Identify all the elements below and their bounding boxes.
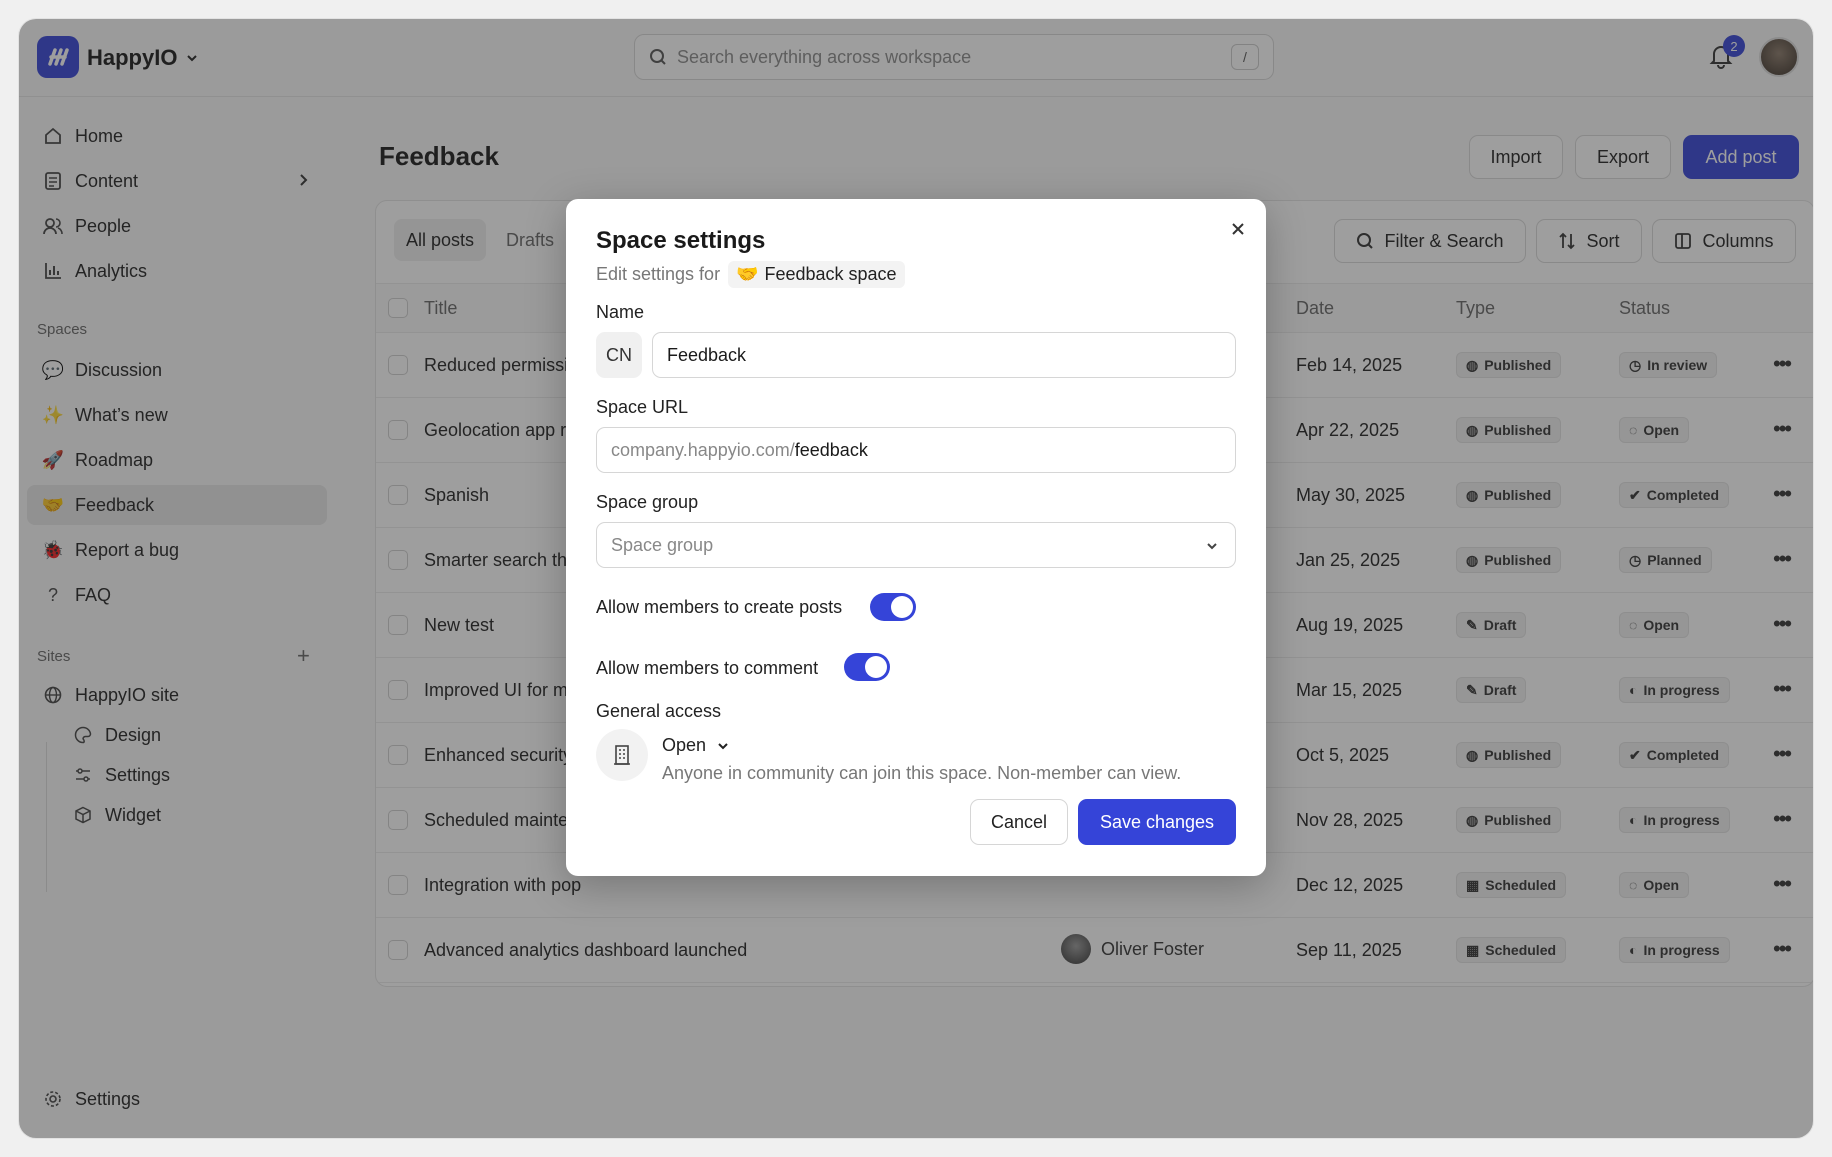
chevron-down-icon: [1207, 543, 1217, 550]
url-label: Space URL: [596, 397, 689, 417]
save-changes-button[interactable]: Save changes: [1078, 799, 1236, 845]
dialog-title: Space settings: [596, 227, 766, 254]
name-label: Name: [596, 302, 645, 322]
space-chip: 🤝 Feedback space: [728, 261, 905, 288]
space-settings-dialog: Space settings Edit settings for 🤝 Feedb…: [566, 199, 1266, 876]
space-icon-picker[interactable]: CN: [596, 332, 642, 378]
url-slug: feedback: [794, 439, 868, 460]
dialog-subtitle: Edit settings for 🤝 Feedback space: [596, 261, 905, 288]
space-url-field[interactable]: company.happyio.com/feedback: [596, 427, 1236, 473]
access-select[interactable]: Open: [662, 735, 730, 756]
access-description: Anyone in community can join this space.…: [662, 763, 1182, 783]
space-chip-label: Feedback space: [764, 264, 897, 284]
toggle-posts-label: Allow members to create posts: [596, 597, 843, 617]
toggle-comment-label: Allow members to comment: [596, 658, 819, 678]
handshake-icon: 🤝: [736, 264, 759, 284]
chevron-down-icon: [718, 742, 728, 749]
allow-comment-toggle[interactable]: [844, 653, 890, 681]
close-icon[interactable]: [1230, 217, 1246, 243]
name-field[interactable]: Feedback: [652, 332, 1236, 378]
access-value: Open: [662, 735, 707, 755]
cancel-button[interactable]: Cancel: [970, 799, 1068, 845]
url-prefix: company.happyio.com/: [611, 439, 795, 460]
space-group-placeholder: Space group: [611, 534, 714, 555]
building-icon: [596, 729, 648, 781]
general-access-label: General access: [596, 701, 722, 721]
group-label: Space group: [596, 492, 699, 512]
allow-posts-toggle[interactable]: [870, 593, 916, 621]
dialog-subtitle-text: Edit settings for: [596, 264, 721, 284]
space-group-select[interactable]: Space group: [596, 522, 1236, 568]
